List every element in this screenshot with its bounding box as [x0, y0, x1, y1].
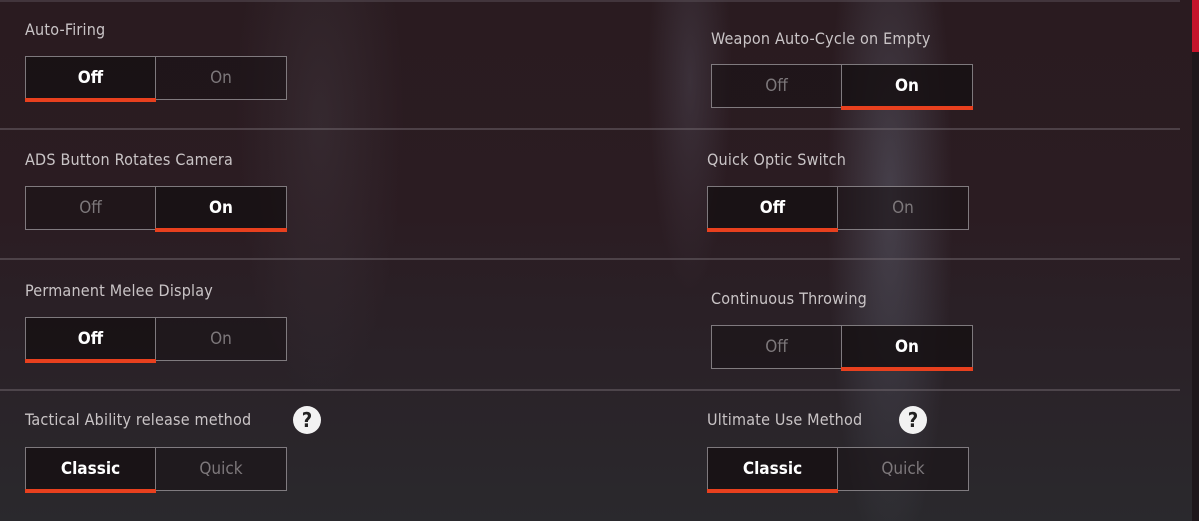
- option-on-button[interactable]: On: [156, 56, 287, 100]
- scrollbar-thumb[interactable]: [1192, 0, 1199, 52]
- ultimate-use-method-toggle[interactable]: Classic Quick: [707, 447, 971, 493]
- auto-firing-toggle[interactable]: Off On: [25, 56, 289, 102]
- option-off-button[interactable]: Off: [711, 64, 842, 108]
- option-on-button[interactable]: On: [838, 186, 969, 230]
- option-on-button[interactable]: On: [841, 325, 973, 371]
- option-off-button[interactable]: Off: [707, 186, 838, 232]
- row-divider: [0, 128, 1180, 130]
- setting-label: Weapon Auto-Cycle on Empty: [711, 29, 931, 48]
- option-on-button[interactable]: On: [156, 317, 287, 361]
- option-on-button[interactable]: On: [155, 186, 287, 232]
- option-quick-button[interactable]: Quick: [838, 447, 969, 491]
- setting-label: Tactical Ability release method: [25, 410, 252, 429]
- scrollbar-track[interactable]: [1192, 0, 1199, 521]
- row-divider: [0, 389, 1180, 391]
- tactical-release-method-toggle[interactable]: Classic Quick: [25, 447, 289, 493]
- option-quick-button[interactable]: Quick: [156, 447, 287, 491]
- option-off-button[interactable]: Off: [25, 56, 156, 102]
- setting-label: Auto-Firing: [25, 20, 106, 39]
- row-divider: [0, 258, 1180, 260]
- option-off-button[interactable]: Off: [711, 325, 842, 369]
- option-classic-button[interactable]: Classic: [707, 447, 838, 493]
- option-classic-button[interactable]: Classic: [25, 447, 156, 493]
- continuous-throwing-toggle[interactable]: Off On: [711, 325, 975, 371]
- ads-rotates-camera-toggle[interactable]: Off On: [25, 186, 289, 232]
- setting-label: Ultimate Use Method: [707, 410, 863, 429]
- top-divider: [0, 0, 1180, 2]
- setting-label: ADS Button Rotates Camera: [25, 150, 234, 169]
- setting-label: Permanent Melee Display: [25, 281, 213, 300]
- permanent-melee-display-toggle[interactable]: Off On: [25, 317, 289, 363]
- setting-label: Continuous Throwing: [711, 289, 867, 308]
- setting-label: Quick Optic Switch: [707, 150, 847, 169]
- option-off-button[interactable]: Off: [25, 317, 156, 363]
- weapon-auto-cycle-toggle[interactable]: Off On: [711, 64, 975, 110]
- option-off-button[interactable]: Off: [25, 186, 156, 230]
- option-on-button[interactable]: On: [841, 64, 973, 110]
- help-icon[interactable]: ?: [899, 406, 927, 434]
- quick-optic-switch-toggle[interactable]: Off On: [707, 186, 971, 232]
- help-icon[interactable]: ?: [293, 406, 321, 434]
